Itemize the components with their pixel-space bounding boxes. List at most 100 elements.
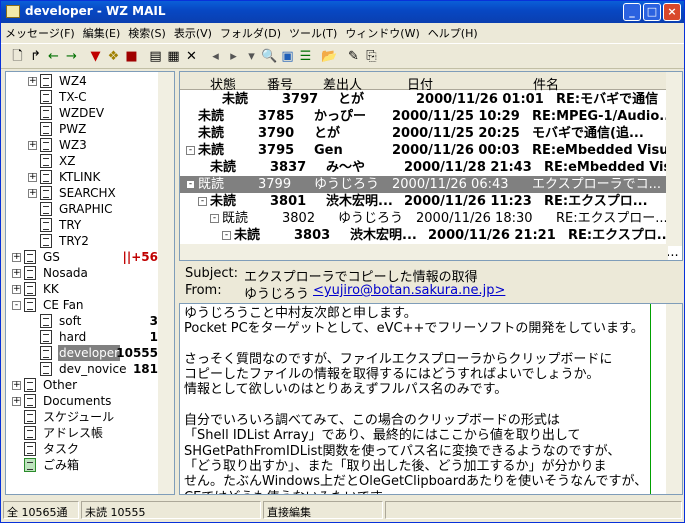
delete-icon[interactable]: ✕ — [183, 48, 200, 65]
folder-icon — [40, 186, 52, 200]
menu-item-3[interactable]: 表示(V) — [170, 23, 216, 41]
expand-icon[interactable]: + — [12, 381, 21, 390]
app-icon — [6, 5, 20, 18]
expand-icon[interactable]: + — [12, 397, 21, 406]
open-folder-icon[interactable]: 📂 — [321, 48, 338, 65]
menu-item-1[interactable]: 編集(E) — [79, 23, 125, 41]
expand-icon[interactable]: + — [28, 173, 37, 182]
folder-node[interactable]: + WZ4 — [6, 73, 160, 89]
folder-node[interactable]: タスク — [6, 441, 160, 457]
message-row[interactable]: 未読 3837 み～や 2000/11/28 21:43 RE:eMbedded Vis… — [180, 159, 682, 176]
folder-node[interactable]: PWZ — [6, 121, 160, 137]
search-icon[interactable]: 🔍 — [261, 48, 278, 65]
menu-item-6[interactable]: ウィンドウ(W) — [341, 23, 423, 41]
message-subject: RE:eMbedded Vis... — [544, 160, 683, 175]
folder-node[interactable]: hard 1 — [6, 329, 160, 345]
message-row[interactable]: - 既読 3799 ゆうじろう 2000/11/26 06:43 エクスプローラでコ... — [180, 176, 668, 193]
expand-icon[interactable]: + — [12, 269, 21, 278]
folder-tree-scrollbar[interactable] — [158, 72, 174, 494]
forward-icon[interactable]: ▸ — [225, 48, 242, 65]
message-row[interactable]: - 未読 3801 渋木宏明... 2000/11/26 11:23 RE:エクスプロ..… — [180, 193, 668, 210]
message-row[interactable]: - 未読 3803 渋木宏明... 2000/11/26 21:21 RE:エクスプロ..… — [180, 227, 672, 244]
folder-node[interactable]: + KK — [6, 281, 160, 297]
close-button[interactable]: × — [663, 3, 681, 21]
expand-icon[interactable]: + — [28, 77, 37, 86]
folder-node[interactable]: ごみ箱 — [6, 457, 160, 473]
menu-item-7[interactable]: ヘルプ(H) — [424, 23, 482, 41]
reply-icon[interactable]: ↱ — [27, 48, 44, 65]
folder-icon — [40, 202, 52, 216]
new-message-icon[interactable]: 🗋 — [9, 48, 26, 65]
folder-action-icon[interactable]: ❖ — [105, 48, 122, 65]
maximize-button[interactable]: □ — [643, 3, 661, 21]
message-row[interactable]: - 未読 3795 Gen 2000/11/26 00:03 RE:eMbedded Vi… — [180, 142, 682, 159]
folder-node[interactable]: GRAPHIC — [6, 201, 160, 217]
collapse-icon[interactable]: - — [12, 301, 21, 310]
folder-node[interactable]: soft 3 — [6, 313, 160, 329]
collapse-thread-icon[interactable]: - — [222, 231, 231, 240]
folder-label: WZ3 — [59, 138, 87, 152]
expand-icon[interactable]: + — [12, 285, 21, 294]
folder-node[interactable]: アドレス帳 — [6, 425, 160, 441]
message-row[interactable]: - 既読 3802 ゆうじろう 2000/11/26 18:30 RE:エクスプロー... — [180, 210, 668, 227]
message-status: 未読 — [198, 109, 225, 124]
edit-icon[interactable]: ✎ — [345, 48, 362, 65]
menu-item-0[interactable]: メッセージ(F) — [1, 23, 79, 41]
folder-node[interactable]: + SEARCHX — [6, 185, 160, 201]
message-status: 未読 — [210, 194, 237, 209]
folder-node[interactable]: + Other — [6, 377, 160, 393]
expand-icon[interactable]: + — [28, 141, 37, 150]
minimize-button[interactable]: _ — [623, 3, 641, 21]
delete-box-icon[interactable]: ■ — [123, 48, 140, 65]
folder-label: KTLINK — [59, 170, 101, 184]
document-icon[interactable]: ▤ — [147, 48, 164, 65]
folder-node[interactable]: + WZ3 — [6, 137, 160, 153]
menu-item-5[interactable]: ツール(T) — [285, 23, 341, 41]
next-arrow-icon[interactable]: → — [63, 48, 80, 65]
collapse-thread-icon[interactable]: - — [210, 214, 219, 223]
collapse-thread-icon[interactable]: - — [186, 146, 195, 155]
message-body-text[interactable]: ゆうじろうこと中村友次郎と申します。 Pocket PCをターゲットとして、eV… — [184, 306, 654, 494]
menu-item-4[interactable]: フォルダ(D) — [216, 23, 285, 41]
from-address-link[interactable]: <yujiro@botan.sakura.ne.jp> — [313, 283, 505, 298]
folder-node[interactable]: TX-C — [6, 89, 160, 105]
folder-node[interactable]: + Documents — [6, 393, 160, 409]
folder-node[interactable]: TRY — [6, 217, 160, 233]
mark-icon[interactable]: ▼ — [87, 48, 104, 65]
message-body-scrollbar[interactable] — [666, 304, 682, 494]
list-icon[interactable]: ☰ — [297, 48, 314, 65]
folder-node[interactable]: + KTLINK — [6, 169, 160, 185]
dropdown-icon[interactable]: ▾ — [243, 48, 260, 65]
folder-node[interactable]: + Nosada — [6, 265, 160, 281]
collapse-thread-icon[interactable]: - — [186, 180, 195, 189]
collapse-thread-icon[interactable]: - — [198, 197, 207, 206]
folder-node[interactable]: スケジュール — [6, 409, 160, 425]
calendar-icon[interactable]: ▣ — [279, 48, 296, 65]
folder-node[interactable]: dev_novice 181 — [6, 361, 160, 377]
folder-node[interactable]: XZ — [6, 153, 160, 169]
folder-node[interactable]: TRY2 — [6, 233, 160, 249]
folder-node[interactable]: - CE Fan — [6, 297, 160, 313]
expand-icon[interactable]: + — [12, 253, 21, 262]
message-subject: RE:エクスプロ... — [568, 228, 672, 243]
back-icon[interactable]: ◂ — [207, 48, 224, 65]
attach-icon[interactable]: ⎘ — [363, 48, 380, 65]
folder-tree[interactable]: + WZ4 TX-C WZDEV PWZ + WZ3 XZ + KTLINK + SEARCHX GRA… — [5, 71, 175, 495]
message-num: 3802 — [282, 211, 316, 226]
menu-item-2[interactable]: 検索(S) — [124, 23, 170, 41]
message-list[interactable]: 状態 番号 差出人 日付 件名 未読 3797 とが 2000/11/26 01:01… — [179, 71, 683, 261]
properties-icon[interactable]: ▦ — [165, 48, 182, 65]
folder-label: Nosada — [43, 266, 88, 280]
folder-node[interactable]: + GS ||+56 — [6, 249, 160, 265]
folder-icon — [40, 154, 52, 168]
message-list-vscrollbar[interactable] — [666, 72, 682, 246]
previous-arrow-icon[interactable]: ← — [45, 48, 62, 65]
message-row[interactable]: 未読 3785 かっぴー 2000/11/25 10:29 RE:MPEG-1/Audi… — [180, 108, 674, 125]
message-row[interactable]: 未読 3790 とが 2000/11/25 20:25 モバギで通信(追... — [180, 125, 668, 142]
folder-node[interactable]: WZDEV — [6, 105, 160, 121]
message-row[interactable]: 未読 3797 とが 2000/11/26 01:01 RE:モバギで通信 — [180, 91, 668, 108]
expand-icon[interactable]: + — [28, 189, 37, 198]
folder-node[interactable]: developer 10555 — [6, 345, 160, 361]
message-list-hscrollbar[interactable] — [180, 244, 668, 260]
message-body[interactable]: ゆうじろうこと中村友次郎と申します。 Pocket PCをターゲットとして、eV… — [179, 303, 683, 495]
